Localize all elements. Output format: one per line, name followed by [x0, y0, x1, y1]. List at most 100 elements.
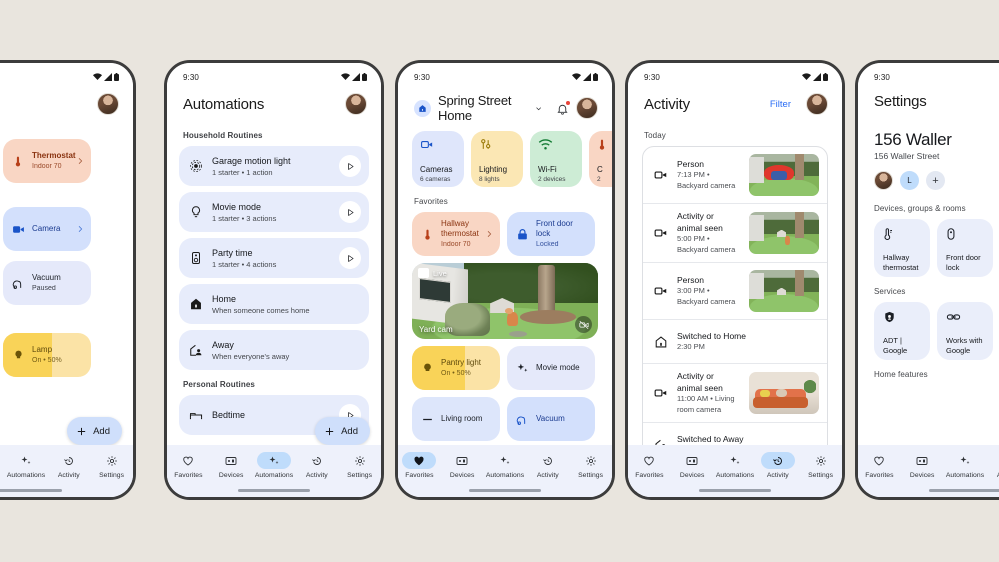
tile-vacuum[interactable]: Vacuum Paused — [3, 261, 91, 305]
play-button[interactable] — [339, 247, 361, 269]
play-button[interactable] — [339, 201, 361, 223]
activity-thumbnail[interactable] — [749, 270, 819, 312]
nav-settings[interactable]: Settings — [338, 452, 381, 479]
automation-row[interactable]: Home When someone comes home — [179, 284, 369, 324]
automation-title: Home — [212, 293, 237, 304]
camera-trees — [464, 263, 598, 303]
signal-icon — [104, 73, 112, 81]
category-climate[interactable]: C 2 — [589, 131, 612, 187]
tile-front-door-lock[interactable]: Front door lock Locked — [507, 212, 595, 256]
page-title: Automations — [183, 95, 265, 113]
heart-icon — [874, 456, 885, 466]
nav-favorites[interactable]: Favorites — [398, 452, 441, 479]
automation-subtitle: 1 starter • 3 actions — [212, 213, 277, 223]
tile-living-room[interactable]: Living room — [412, 397, 500, 441]
add-member-button[interactable]: + — [926, 171, 945, 190]
nav-favorites[interactable]: Favorites — [167, 452, 210, 479]
nav-automations[interactable]: Automations — [253, 452, 296, 479]
wifi-icon — [93, 73, 102, 80]
tile-vacuum[interactable]: Vacuum — [507, 397, 595, 441]
add-button[interactable]: Add — [67, 417, 122, 445]
nav-automations[interactable]: Automations — [944, 452, 987, 479]
away-icon — [190, 344, 202, 356]
nav-settings[interactable]: Settings — [90, 452, 133, 479]
nav-devices[interactable]: Devices — [901, 452, 944, 479]
nav-label: Activity — [766, 472, 789, 479]
avatar[interactable] — [806, 93, 828, 115]
history-icon — [542, 456, 552, 465]
settings-card-works-with-google[interactable]: Works with Google — [937, 302, 993, 360]
activity-row[interactable]: Switched to Home 2:30 PM — [643, 319, 827, 363]
signal-icon — [352, 73, 360, 81]
automation-row[interactable]: Movie mode 1 starter • 3 actions — [179, 192, 369, 232]
camera-live-card[interactable]: Live Yard cam — [412, 263, 598, 339]
tile-hallway-thermostat[interactable]: Hallway thermostat Indoor 70 — [412, 212, 500, 256]
category-lighting[interactable]: Lighting 8 lights — [471, 131, 523, 187]
activity-thumbnail[interactable] — [749, 372, 819, 414]
section-devices-groups-rooms: Devices, groups & rooms — [874, 204, 966, 213]
automation-row[interactable]: Away When everyone's away — [179, 330, 369, 370]
tile-lamp[interactable]: Lamp On • 50% — [3, 333, 91, 377]
tile-pantry-light[interactable]: Pantry light On • 50% — [412, 346, 500, 390]
nav-settings[interactable]: Settings — [569, 452, 612, 479]
play-button[interactable] — [339, 155, 361, 177]
nav-favorites[interactable]: Favorites — [858, 452, 901, 479]
heart-icon — [414, 456, 424, 465]
sparkle-icon — [500, 456, 510, 464]
activity-title: Person — [677, 274, 704, 285]
camera-name: Yard cam — [419, 325, 453, 334]
automation-row[interactable]: Party time 1 starter • 4 actions — [179, 238, 369, 278]
nav-pill — [52, 452, 86, 469]
activity-thumbnail[interactable] — [749, 154, 819, 196]
heart-icon — [644, 456, 655, 466]
automation-row[interactable]: Garage motion light 1 starter • 1 action — [179, 146, 369, 186]
tile-movie-mode[interactable]: Movie mode — [507, 346, 595, 390]
category-cameras[interactable]: Cameras 6 cameras — [412, 131, 464, 187]
nav-activity[interactable]: Activity — [295, 452, 338, 479]
activity-row[interactable]: Activity or animal seen 5:00 PM • Backya… — [643, 203, 827, 262]
wifi-icon — [538, 138, 575, 154]
activity-row[interactable]: Person 3:00 PM • Backyard camera — [643, 262, 827, 319]
activity-row[interactable]: Activity or animal seen 11:00 AM • Livin… — [643, 363, 827, 422]
activity-row[interactable]: Person 7:13 PM • Backyard camera — [643, 147, 827, 203]
nav-activity[interactable]: Activity — [756, 452, 799, 479]
nav-activity[interactable]: Activity — [47, 452, 90, 479]
plus-icon — [77, 427, 86, 435]
category-carousel[interactable]: Cameras 6 cameras Lighting 8 lights Wi-F… — [398, 129, 612, 187]
tile-title: Vacuum — [32, 273, 61, 282]
category-name: Cameras — [420, 165, 453, 174]
activity-thumbnail[interactable] — [749, 212, 819, 254]
status-icons — [802, 73, 828, 81]
thermostat-icon — [883, 227, 923, 242]
avatar[interactable] — [576, 97, 598, 119]
tile-thermostat[interactable]: Thermostat Indoor 70 — [3, 139, 91, 183]
chevron-down-icon[interactable] — [535, 104, 542, 113]
nav-label: Settings — [808, 472, 834, 479]
nav-favorites[interactable]: Favorites — [628, 452, 671, 479]
nav-devices[interactable]: Devices — [671, 452, 714, 479]
avatar[interactable] — [97, 93, 119, 115]
settings-card-hallway-thermostat[interactable]: Hallway thermostat — [874, 219, 930, 277]
settings-card-front-door-lock[interactable]: Front door lock — [937, 219, 993, 277]
status-time: 9:30 — [183, 72, 199, 82]
nav-automations[interactable]: Automations — [484, 452, 527, 479]
settings-card-adt-google[interactable]: ADT | Google — [874, 302, 930, 360]
nav-automations[interactable]: Automations — [5, 452, 48, 479]
filter-button[interactable]: Filter — [770, 99, 791, 110]
add-button[interactable]: Add — [315, 417, 370, 445]
nav-label: Devices — [449, 472, 475, 479]
nav-activity[interactable]: Activity — [986, 452, 999, 479]
nav-activity[interactable]: Activity — [526, 452, 569, 479]
nav-devices[interactable]: Devices — [441, 452, 484, 479]
nav-settings[interactable]: Settings — [799, 452, 842, 479]
tile-camera[interactable]: Camera — [3, 207, 91, 251]
nav-devices[interactable]: Devices — [210, 452, 253, 479]
category-wifi[interactable]: Wi-Fi 2 devices — [530, 131, 582, 187]
nav-automations[interactable]: Automations — [714, 452, 757, 479]
member-initial[interactable]: L — [900, 171, 919, 190]
avatar[interactable] — [874, 171, 893, 190]
avatar[interactable] — [345, 93, 367, 115]
video-off-icon[interactable] — [575, 316, 592, 333]
automation-subtitle: When someone comes home — [212, 305, 310, 315]
bell-icon[interactable] — [556, 100, 570, 115]
